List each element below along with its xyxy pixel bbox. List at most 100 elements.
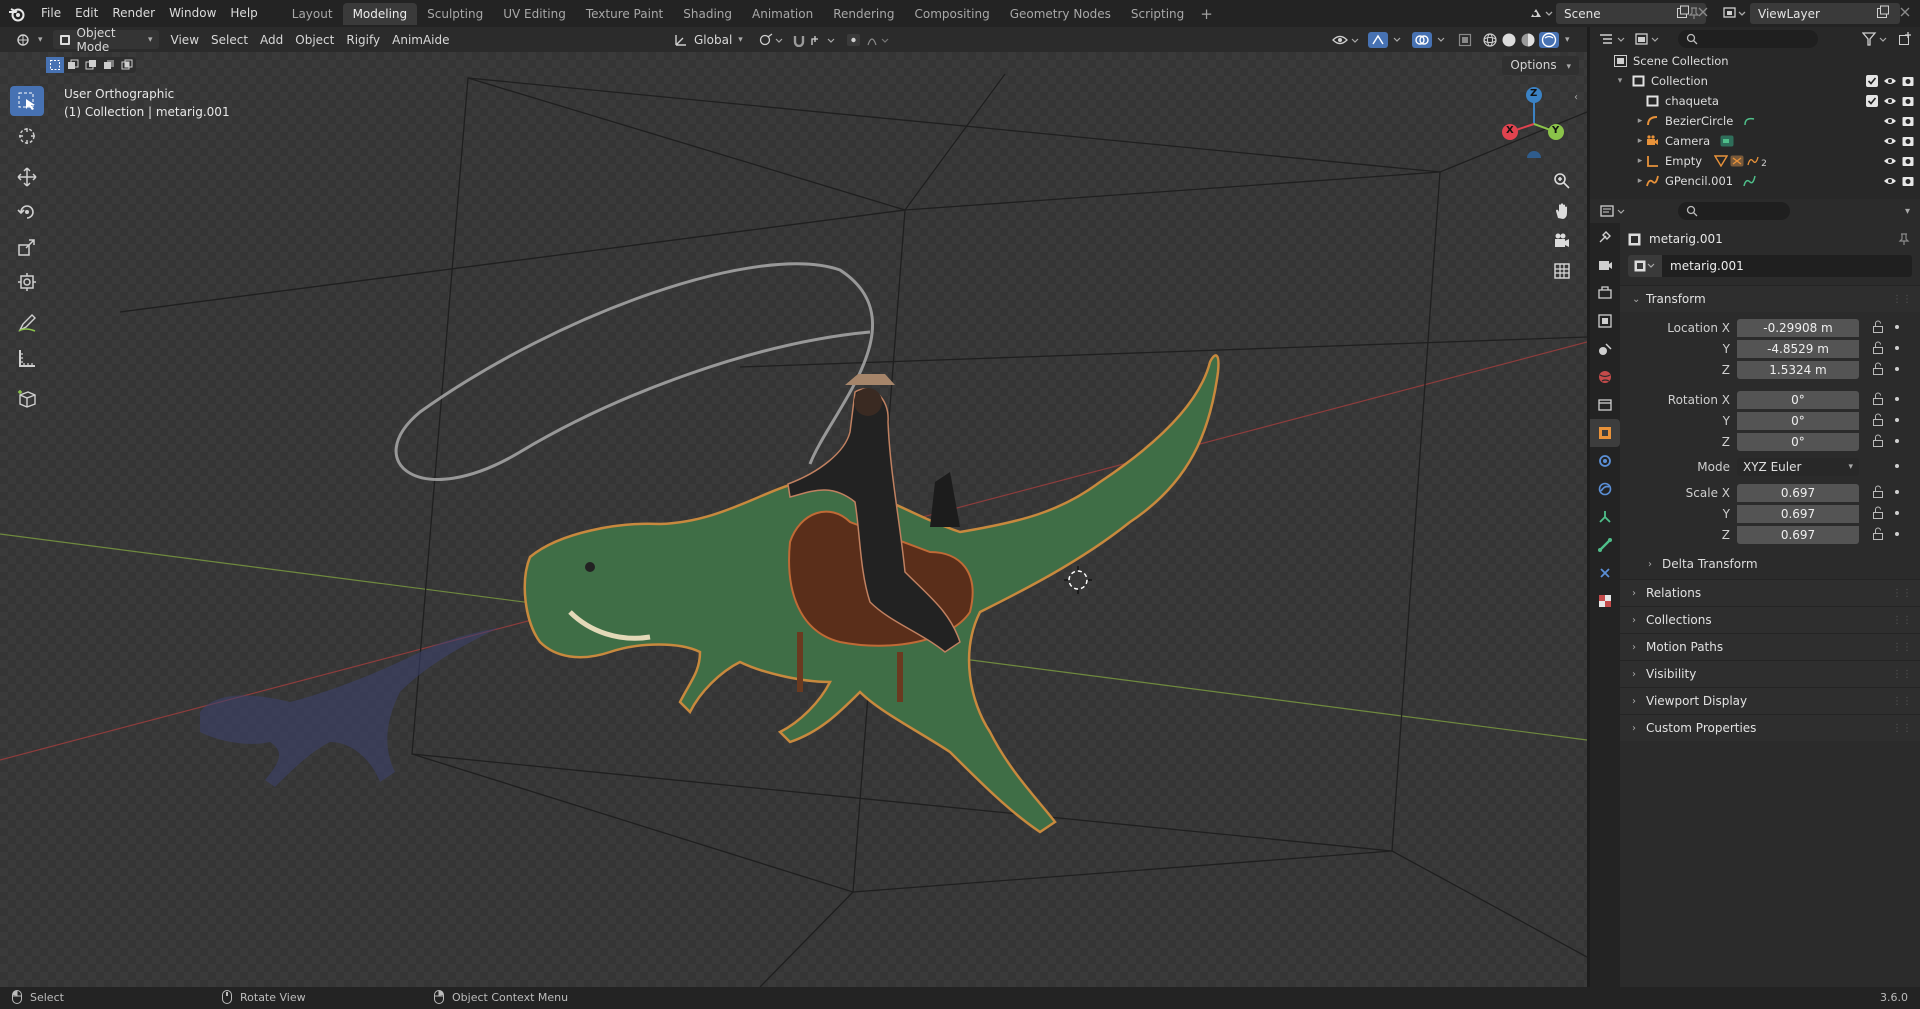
- collection-tab-icon[interactable]: [1590, 391, 1620, 419]
- expand-arrow-icon[interactable]: ▸: [1634, 176, 1646, 186]
- tab-compositing[interactable]: Compositing: [904, 3, 999, 25]
- display-mode-icon[interactable]: [1634, 32, 1664, 46]
- output-tab-icon[interactable]: [1590, 279, 1620, 307]
- overlays-toggle-icon[interactable]: [1406, 30, 1456, 49]
- proportional-editing-icon[interactable]: [840, 30, 898, 49]
- select-extend-icon[interactable]: [64, 57, 82, 73]
- view-layer-icon[interactable]: [1722, 5, 1748, 21]
- lock-icon[interactable]: [1872, 413, 1884, 427]
- location-y-field[interactable]: -4.8529 m: [1737, 340, 1859, 358]
- drag-handle-icon[interactable]: ⋮⋮: [1892, 642, 1912, 653]
- menu-object[interactable]: Object: [289, 30, 340, 49]
- tab-shading[interactable]: Shading: [673, 3, 742, 25]
- tab-geometry-nodes[interactable]: Geometry Nodes: [1000, 3, 1121, 25]
- annotate-tool-icon[interactable]: [10, 308, 44, 338]
- menu-window[interactable]: Window: [162, 0, 223, 27]
- keyframe-dot-icon[interactable]: [1895, 325, 1899, 329]
- rotation-y-field[interactable]: 0°: [1737, 412, 1859, 430]
- scene-tab-icon[interactable]: [1590, 335, 1620, 363]
- viewport-display-panel-header[interactable]: › Viewport Display ⋮⋮: [1620, 687, 1920, 714]
- relations-panel-header[interactable]: › Relations ⋮⋮: [1620, 579, 1920, 606]
- properties-editor-icon[interactable]: [1600, 204, 1630, 218]
- tab-animation[interactable]: Animation: [742, 3, 823, 25]
- menu-select[interactable]: Select: [205, 30, 254, 49]
- exclude-checkbox[interactable]: [1866, 75, 1878, 87]
- lock-icon[interactable]: [1872, 434, 1884, 448]
- drag-handle-icon[interactable]: ⋮⋮: [1892, 294, 1912, 305]
- keyframe-dot-icon[interactable]: [1895, 439, 1899, 443]
- lock-icon[interactable]: [1872, 527, 1884, 541]
- camera-render-icon[interactable]: [1902, 135, 1914, 147]
- new-collection-icon[interactable]: [1898, 32, 1912, 46]
- move-tool-icon[interactable]: [10, 162, 44, 192]
- object-data-selector-icon[interactable]: [1628, 255, 1662, 277]
- collapse-sidebar-arrow-icon[interactable]: ‹: [1574, 92, 1578, 103]
- tab-rendering[interactable]: Rendering: [823, 3, 904, 25]
- tab-scripting[interactable]: Scripting: [1121, 3, 1194, 25]
- outliner-row-empty[interactable]: ▸ Empty 2: [1590, 151, 1920, 171]
- properties-search-input[interactable]: [1678, 202, 1790, 220]
- outliner-row-collection[interactable]: ▾ Collection: [1590, 71, 1920, 91]
- drag-handle-icon[interactable]: ⋮⋮: [1892, 615, 1912, 626]
- outliner-row-scene-collection[interactable]: Scene Collection: [1590, 51, 1920, 71]
- outliner-editor-icon[interactable]: [1598, 32, 1628, 46]
- rotation-mode-dropdown[interactable]: XYZ Euler ▾: [1737, 458, 1859, 476]
- eye-icon[interactable]: [1883, 155, 1897, 167]
- menu-file[interactable]: File: [34, 0, 68, 27]
- eye-icon[interactable]: [1883, 175, 1897, 187]
- filter-icon[interactable]: [1862, 32, 1892, 46]
- eye-icon[interactable]: [1883, 95, 1897, 107]
- lock-icon[interactable]: [1872, 506, 1884, 520]
- solid-shading-icon[interactable]: [1501, 32, 1517, 48]
- menu-animaide[interactable]: AnimAide: [386, 30, 455, 49]
- menu-help[interactable]: Help: [223, 0, 264, 27]
- menu-rigify[interactable]: Rigify: [340, 30, 386, 49]
- select-intersect-icon[interactable]: [118, 57, 136, 73]
- keyframe-dot-icon[interactable]: [1895, 397, 1899, 401]
- constraint-icons[interactable]: [1714, 155, 1760, 167]
- keyframe-dot-icon[interactable]: [1895, 367, 1899, 371]
- rendered-shading-icon[interactable]: [1539, 31, 1559, 48]
- keyframe-dot-icon[interactable]: [1895, 532, 1899, 536]
- perspective-toggle-icon[interactable]: [1549, 258, 1575, 284]
- add-workspace-button[interactable]: +: [1194, 5, 1219, 23]
- custom-properties-panel-header[interactable]: › Custom Properties ⋮⋮: [1620, 714, 1920, 741]
- expand-arrow-icon[interactable]: ▾: [1614, 76, 1626, 86]
- scale-y-field[interactable]: 0.697: [1737, 505, 1859, 523]
- expand-arrow-icon[interactable]: ▸: [1634, 156, 1646, 166]
- curve-data-icon[interactable]: [1743, 115, 1756, 127]
- camera-data-icon[interactable]: [1720, 135, 1734, 147]
- navigation-gizmo[interactable]: Z X Y: [1494, 86, 1566, 158]
- menu-edit[interactable]: Edit: [68, 0, 105, 27]
- drag-handle-icon[interactable]: ⋮⋮: [1892, 669, 1912, 680]
- keyframe-dot-icon[interactable]: [1895, 464, 1899, 468]
- lock-icon[interactable]: [1872, 485, 1884, 499]
- select-invert-icon[interactable]: [100, 57, 118, 73]
- scale-z-field[interactable]: 0.697: [1737, 526, 1859, 544]
- object-data-tab-icon[interactable]: [1590, 559, 1620, 587]
- camera-view-icon[interactable]: [1549, 228, 1575, 254]
- tab-modeling[interactable]: Modeling: [342, 2, 418, 25]
- xray-toggle-icon[interactable]: [1452, 30, 1478, 49]
- select-subtract-icon[interactable]: [82, 57, 100, 73]
- location-z-field[interactable]: 1.5324 m: [1737, 361, 1859, 379]
- camera-render-icon[interactable]: [1902, 175, 1914, 187]
- drag-handle-icon[interactable]: ⋮⋮: [1892, 588, 1912, 599]
- rotation-z-field[interactable]: 0°: [1737, 433, 1859, 451]
- expand-arrow-icon[interactable]: ▸: [1634, 116, 1646, 126]
- drag-handle-icon[interactable]: ⋮⋮: [1892, 696, 1912, 707]
- outliner-row-beziercircle[interactable]: ▸ BezierCircle: [1590, 111, 1920, 131]
- view-layer-tab-icon[interactable]: [1590, 307, 1620, 335]
- snap-icon[interactable]: [786, 30, 844, 49]
- keyframe-dot-icon[interactable]: [1895, 346, 1899, 350]
- transform-orientation-dropdown[interactable]: Global ▾: [668, 30, 746, 49]
- exclude-checkbox[interactable]: [1866, 95, 1878, 107]
- pin-icon[interactable]: [1898, 232, 1910, 246]
- pan-hand-icon[interactable]: [1549, 198, 1575, 224]
- wireframe-shading-icon[interactable]: [1482, 32, 1498, 48]
- lock-icon[interactable]: [1872, 362, 1884, 376]
- scale-tool-icon[interactable]: [10, 232, 44, 262]
- chevron-down-icon[interactable]: ▾: [1565, 35, 1570, 45]
- collections-panel-header[interactable]: › Collections ⋮⋮: [1620, 606, 1920, 633]
- material-shading-icon[interactable]: [1520, 32, 1536, 48]
